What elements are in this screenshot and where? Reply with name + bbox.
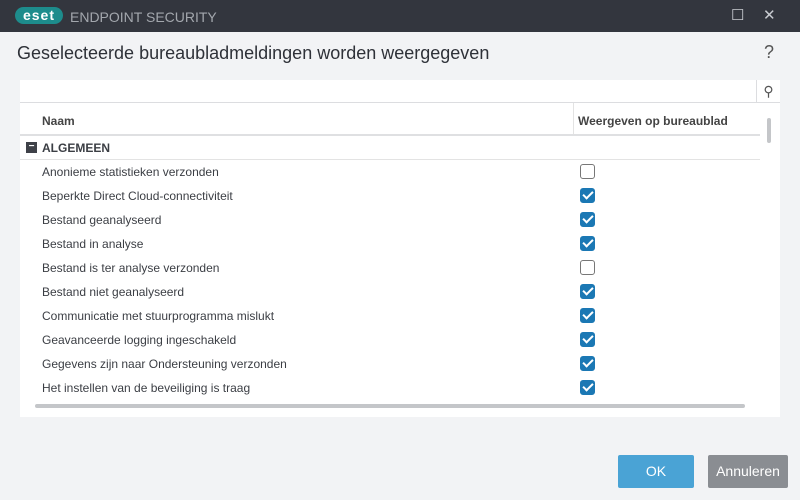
table-header: Naam Weergeven op bureaublad [20,103,760,136]
show-on-desktop-checkbox[interactable] [580,164,595,179]
table-row: Gegevens zijn naar Ondersteuning verzond… [20,352,760,376]
show-on-desktop-checkbox[interactable] [580,284,595,299]
column-show-on-desktop[interactable]: Weergeven op bureaublad [573,103,728,134]
show-on-desktop-checkbox[interactable] [580,236,595,251]
search-input[interactable]: ⚲ [20,80,780,103]
search-icon[interactable]: ⚲ [756,80,780,103]
row-label: Bestand geanalyseerd [42,213,162,227]
group-row[interactable]: − ALGEMEEN [20,136,760,160]
table-row: Het instellen van de beveiliging is traa… [20,376,760,400]
ok-button[interactable]: OK [618,455,694,488]
show-on-desktop-checkbox[interactable] [580,332,595,347]
horizontal-scrollbar[interactable] [35,404,745,408]
row-label: Het instellen van de beveiliging is traa… [42,381,251,395]
show-on-desktop-checkbox[interactable] [580,308,595,323]
collapse-icon[interactable]: − [26,142,37,153]
row-label: Beperkte Direct Cloud-connectiviteit [42,189,233,203]
table-row: Bestand niet geanalyseerd [20,280,760,304]
cancel-button[interactable]: Annuleren [708,455,788,488]
column-name[interactable]: Naam [42,114,75,128]
show-on-desktop-checkbox[interactable] [580,380,595,395]
dialog-title: Geselecteerde bureaubladmeldingen worden… [17,43,490,63]
row-label: Anonieme statistieken verzonden [42,165,219,179]
row-label: Gegevens zijn naar Ondersteuning verzond… [42,357,287,371]
row-label: Bestand is ter analyse verzonden [42,261,220,275]
table-row: Communicatie met stuurprogramma mislukt [20,304,760,328]
show-on-desktop-checkbox[interactable] [580,260,595,275]
row-label: Geavanceerde logging ingeschakeld [42,333,237,347]
close-button[interactable]: ✕ [763,6,776,24]
table-row: Bestand in analyse [20,232,760,256]
title-bar: eset ENDPOINT SECURITY ☐ ✕ [0,0,800,32]
show-on-desktop-checkbox[interactable] [580,188,595,203]
table-row: Beperkte Direct Cloud-connectiviteit [20,184,760,208]
help-icon[interactable]: ? [764,42,774,63]
show-on-desktop-checkbox[interactable] [580,212,595,227]
row-label: Bestand in analyse [42,237,144,251]
group-label: ALGEMEEN [42,141,111,155]
show-on-desktop-checkbox[interactable] [580,356,595,371]
table-row: Anonieme statistieken verzonden [20,160,760,184]
table-row: Geavanceerde logging ingeschakeld [20,328,760,352]
row-label: Communicatie met stuurprogramma mislukt [42,309,275,323]
app-name: ENDPOINT SECURITY [70,9,217,25]
row-label: Bestand niet geanalyseerd [42,285,185,299]
vertical-scrollbar[interactable] [767,118,771,143]
table-row: Bestand geanalyseerd [20,208,760,232]
maximize-button[interactable]: ☐ [731,6,744,24]
eset-logo: eset [15,7,63,24]
notifications-table: ⚲ Naam Weergeven op bureaublad − ALGEMEE… [20,80,780,417]
table-row: Bestand is ter analyse verzonden [20,256,760,280]
